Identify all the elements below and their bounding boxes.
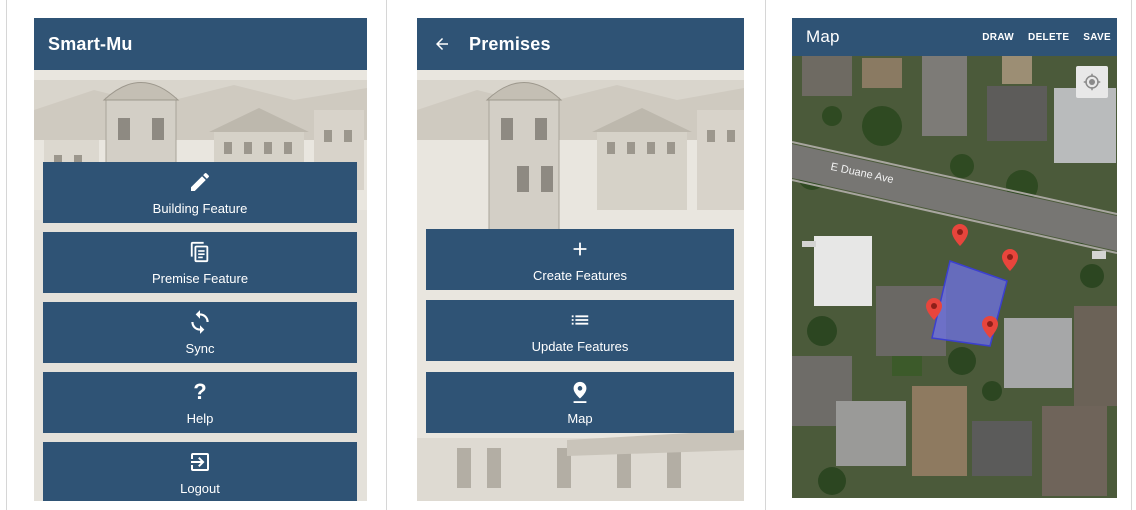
home-screen: Smart-Mu Building Feature Premise Featur…	[34, 18, 367, 501]
my-location-icon[interactable]	[1076, 66, 1108, 98]
menu-item-label: Premise Feature	[151, 271, 249, 286]
create-features-button[interactable]: Create Features	[426, 229, 734, 290]
sync-icon	[187, 309, 213, 335]
menu-item-label: Create Features	[533, 268, 627, 283]
page-title: Map	[806, 27, 840, 46]
arrow-left-icon[interactable]	[433, 35, 451, 53]
panel-divider	[386, 0, 387, 510]
save-button[interactable]: SAVE	[1083, 32, 1111, 43]
menu-item-label: Sync	[185, 341, 215, 356]
menu-item-label: Map	[567, 411, 593, 426]
pencil-icon	[188, 169, 212, 195]
app-bar: Map DRAW DELETE SAVE	[792, 18, 1117, 56]
menu-item-label: Help	[186, 411, 214, 426]
menu-item-label: Update Features	[531, 339, 629, 354]
menu-item-label: Logout	[180, 481, 220, 496]
satellite-map[interactable]: E Duane Ave	[792, 56, 1117, 498]
draw-button[interactable]: DRAW	[982, 32, 1014, 43]
logout-button[interactable]: Logout	[43, 442, 357, 501]
help-icon: ?	[193, 379, 207, 404]
update-features-button[interactable]: Update Features	[426, 300, 734, 361]
sync-button[interactable]: Sync	[43, 302, 357, 363]
logout-icon	[188, 449, 212, 475]
help-button[interactable]: ? Help	[43, 372, 357, 433]
delete-button[interactable]: DELETE	[1028, 32, 1069, 43]
app-bar: Premises	[417, 18, 744, 70]
panel-divider	[6, 0, 7, 510]
page-title: Premises	[469, 33, 551, 54]
map-pin-icon	[569, 379, 591, 405]
map-screen: E Duane Ave Map DRAW DELETE SAVE	[792, 18, 1117, 498]
copy-document-icon	[189, 239, 211, 265]
panel-divider	[765, 0, 766, 510]
app-title: Smart-Mu	[48, 33, 133, 54]
list-icon	[569, 307, 591, 333]
menu-item-label: Building Feature	[152, 201, 248, 216]
map-button[interactable]: Map	[426, 372, 734, 433]
plus-icon	[569, 236, 591, 262]
app-bar: Smart-Mu	[34, 18, 367, 70]
premises-screen: Premises Create Features Update Features…	[417, 18, 744, 501]
premise-feature-button[interactable]: Premise Feature	[43, 232, 357, 293]
panel-divider	[1131, 0, 1132, 510]
building-feature-button[interactable]: Building Feature	[43, 162, 357, 223]
